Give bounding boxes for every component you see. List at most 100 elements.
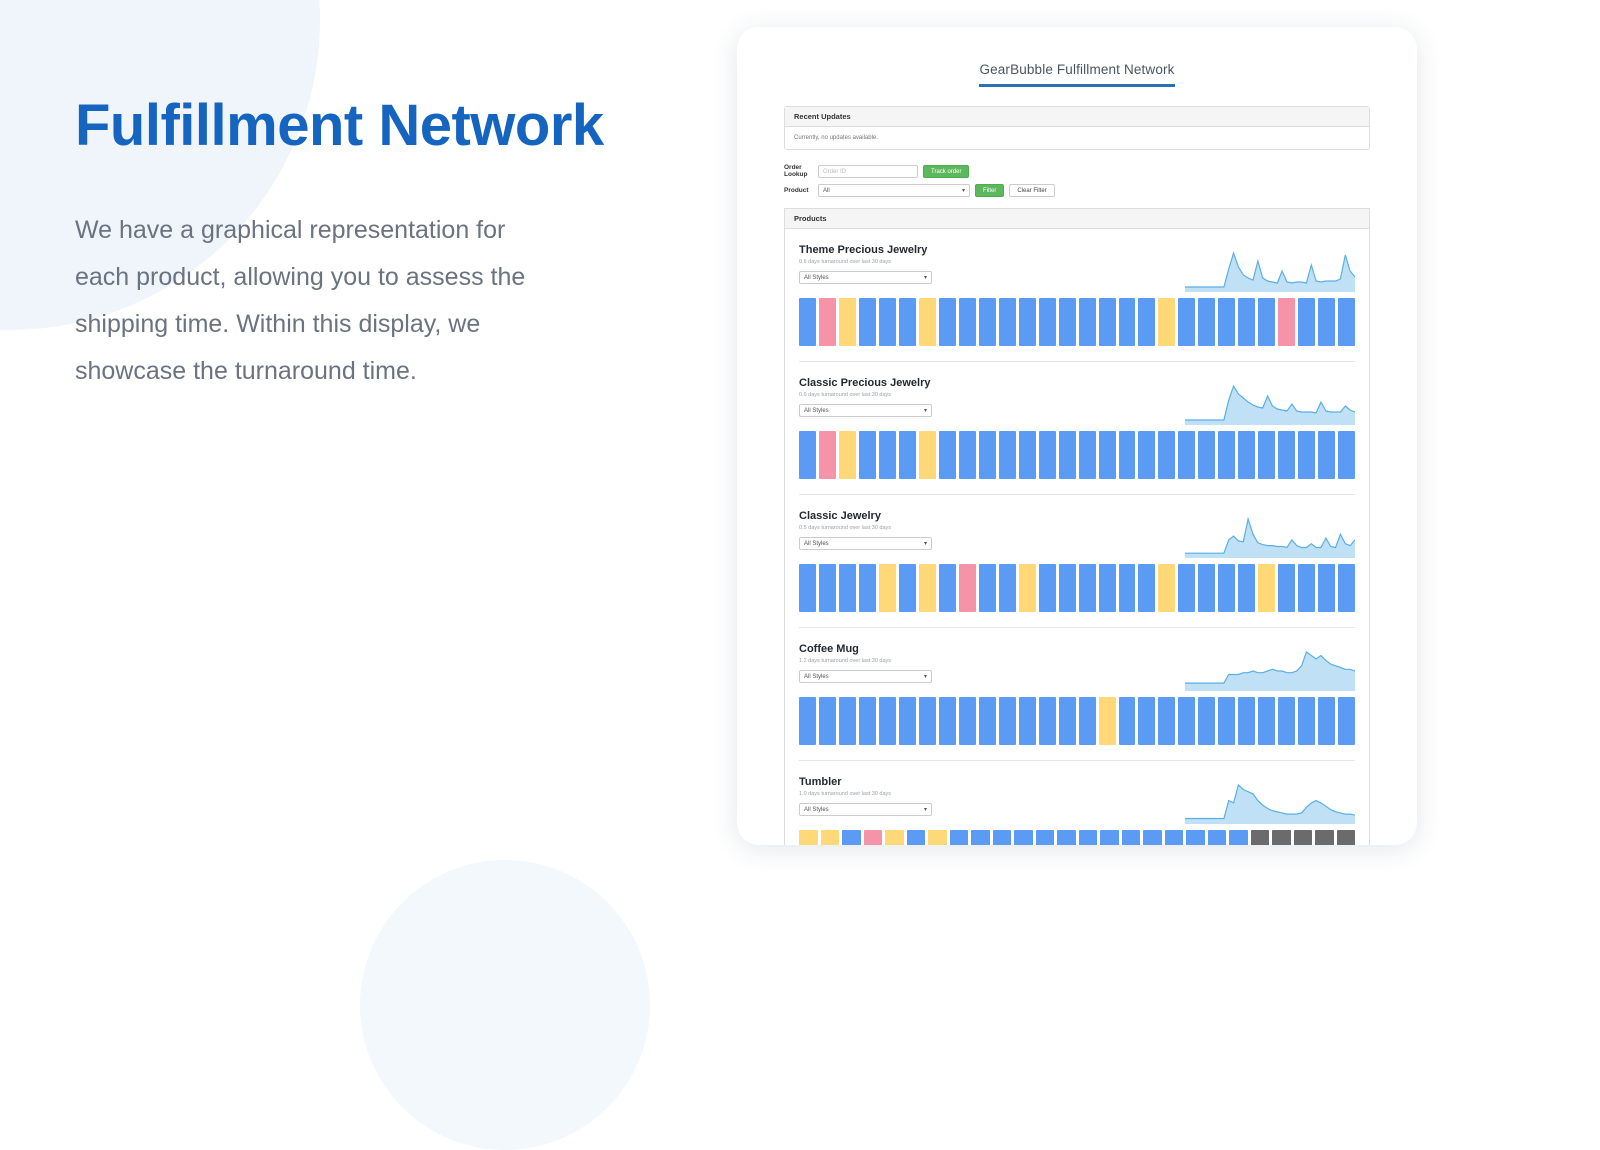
bar-blue [1238,697,1256,745]
bar-yellow [820,830,839,845]
style-select[interactable]: All Styles ▾ [799,803,932,816]
bar-blue [858,564,876,612]
bar-blue [1238,564,1256,612]
bar-blue [1098,564,1116,612]
product-row: Classic Precious Jewelry 0.6 days turnaro… [799,362,1356,495]
chevron-down-icon: ▾ [923,408,927,414]
bar-blue [842,830,861,845]
bar-blue [1038,298,1056,346]
order-id-input[interactable]: Order ID [818,164,918,178]
bar-yellow [885,830,904,845]
bar-blue [998,697,1016,745]
bar-blue [1178,298,1196,346]
bar-blue [1118,431,1136,479]
style-select[interactable]: All Styles ▾ [799,670,932,683]
chevron-down-icon: ▾ [923,541,927,547]
bar-blue [938,564,956,612]
bar-blue [858,298,876,346]
bar-blue [1138,431,1156,479]
app-header: GearBubble Fulfillment Network [737,27,1417,87]
chevron-down-icon: ▾ [923,275,927,281]
bar-gray [1293,830,1312,845]
recent-updates-panel: Recent Updates Currently, no updates ava… [784,106,1370,150]
clear-filter-button[interactable]: Clear Filter [1009,184,1055,197]
bar-blue [1338,431,1356,479]
turnaround-sparkline [1185,251,1355,292]
bar-blue [1138,697,1156,745]
turnaround-sparkline [1185,384,1355,425]
bar-blue [1178,697,1196,745]
bar-blue [978,298,996,346]
product-select-value: All [823,187,830,194]
chevron-down-icon: ▾ [923,674,927,680]
product-header: Theme Precious Jewelry 0.6 days turnaroun… [799,244,1355,292]
bar-blue [1278,431,1296,479]
shipping-time-bar-chart [799,431,1356,479]
product-filter-row: Product All ▾ Filter Clear Filter [784,184,1370,197]
bar-blue [1078,431,1096,479]
bar-blue [1218,697,1236,745]
bar-yellow [918,298,936,346]
products-panel: Products Theme Precious Jewelry 0.6 days … [784,208,1370,845]
product-header: Coffee Mug 1.2 days turnaround over last … [799,643,1355,691]
bar-blue [1100,830,1119,845]
bar-blue [1018,298,1036,346]
app-title: GearBubble Fulfillment Network [979,62,1175,87]
bar-blue [978,697,996,745]
bar-yellow [799,830,818,845]
bar-blue [1198,564,1216,612]
bar-blue [1278,697,1296,745]
bar-blue [998,431,1016,479]
product-row: Classic Jewelry 0.5 days turnaround over … [799,495,1356,628]
product-header: Classic Jewelry 0.5 days turnaround over … [799,510,1355,558]
chevron-down-icon: ▾ [961,188,965,194]
bar-blue [878,431,896,479]
bar-blue [1058,298,1076,346]
style-select[interactable]: All Styles ▾ [799,537,932,550]
style-select[interactable]: All Styles ▾ [799,404,932,417]
product-row: Coffee Mug 1.2 days turnaround over last … [799,628,1356,761]
product-select[interactable]: All ▾ [818,184,970,197]
recent-updates-message: Currently, no updates available. [794,135,878,141]
bar-blue [938,431,956,479]
order-lookup-row: Order Lookup Order ID Track order [784,164,1370,178]
filter-button[interactable]: Filter [975,184,1005,197]
track-order-button[interactable]: Track order [923,164,970,178]
bar-blue [898,697,916,745]
bar-blue [1143,830,1162,845]
style-select-value: All Styles [804,274,829,281]
style-select[interactable]: All Styles ▾ [799,271,932,284]
bar-blue [1298,431,1316,479]
shipping-time-bar-chart [799,564,1356,612]
bar-gray [1250,830,1269,845]
bar-blue [898,431,916,479]
shipping-time-bar-chart [799,697,1356,745]
products-list: Theme Precious Jewelry 0.6 days turnaroun… [785,229,1369,845]
bar-blue [958,298,976,346]
bar-blue [1058,431,1076,479]
filter-controls: Order Lookup Order ID Track order Produc… [784,164,1370,197]
bar-yellow [1158,298,1176,346]
decorative-blob-bottom [360,860,650,1150]
bar-blue [1078,298,1096,346]
bar-blue [858,697,876,745]
bar-blue [1318,298,1336,346]
turnaround-sparkline [1185,783,1355,824]
recent-updates-heading: Recent Updates [785,107,1369,127]
bar-blue [1258,298,1276,346]
order-lookup-label: Order Lookup [784,164,808,178]
bar-blue [978,431,996,479]
bar-blue [1198,697,1216,745]
bar-blue [1118,697,1136,745]
shipping-time-bar-chart [799,830,1355,845]
product-filter-label: Product [784,187,809,194]
bar-blue [971,830,990,845]
bar-gray [1315,830,1334,845]
bar-blue [906,830,925,845]
bar-pink [1278,298,1296,346]
bar-blue [1258,697,1276,745]
style-select-value: All Styles [804,673,829,680]
bar-blue [878,298,896,346]
bar-blue [1186,830,1205,845]
bar-blue [1158,697,1176,745]
